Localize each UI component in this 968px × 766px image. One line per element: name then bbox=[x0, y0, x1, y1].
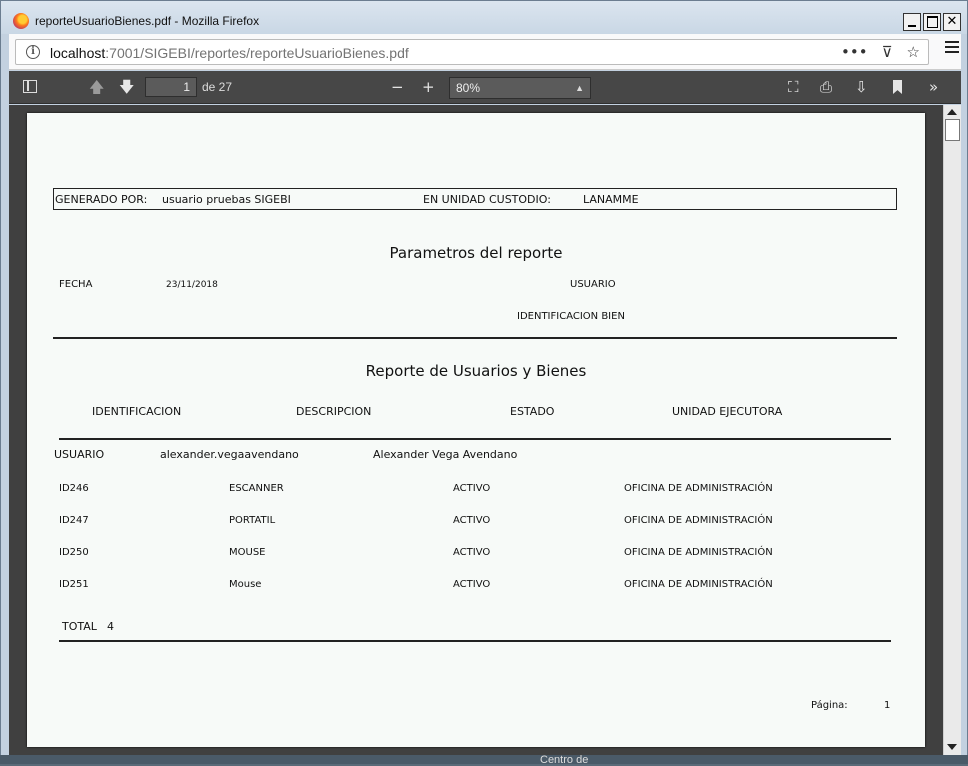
page-number-input[interactable]: 1 bbox=[145, 77, 197, 97]
star-icon[interactable]: ☆ bbox=[907, 43, 920, 61]
pdf-viewer[interactable]: GENERADO POR: usuario pruebas SIGEBI EN … bbox=[9, 105, 961, 755]
vertical-scrollbar[interactable] bbox=[943, 105, 961, 755]
divider bbox=[59, 640, 891, 642]
maximize-button[interactable] bbox=[923, 13, 941, 31]
info-icon[interactable]: i bbox=[26, 45, 40, 59]
url-text[interactable]: localhost:7001/SIGEBI/reportes/reporteUs… bbox=[50, 45, 409, 61]
user-row-label: USUARIO bbox=[54, 448, 105, 461]
plus-icon[interactable]: + bbox=[422, 79, 435, 95]
cell-unidad: OFICINA DE ADMINISTRACIÓN bbox=[624, 547, 773, 558]
divider bbox=[53, 337, 897, 339]
user-row-username: alexander.vegaavendano bbox=[160, 448, 299, 461]
cell-id: ID246 bbox=[59, 483, 89, 494]
total-value: 4 bbox=[107, 620, 114, 633]
cell-unidad: OFICINA DE ADMINISTRACIÓN bbox=[624, 515, 773, 526]
scroll-down-icon[interactable] bbox=[947, 744, 957, 750]
sidebar-toggle-icon[interactable] bbox=[23, 80, 37, 93]
background-taskbar: Centro de bbox=[0, 754, 968, 766]
scroll-thumb[interactable] bbox=[945, 119, 960, 141]
navigation-bar: i localhost:7001/SIGEBI/reportes/reporte… bbox=[9, 34, 961, 70]
column-header-estado: ESTADO bbox=[510, 405, 555, 418]
double-chevron-icon[interactable]: » bbox=[929, 79, 938, 95]
cell-estado: ACTIVO bbox=[453, 515, 491, 526]
cell-desc: ESCANNER bbox=[229, 483, 284, 494]
firefox-logo-icon bbox=[13, 13, 29, 29]
cell-estado: ACTIVO bbox=[453, 579, 491, 590]
fecha-value: 23/11/2018 bbox=[166, 280, 218, 290]
generated-by-label: GENERADO POR: bbox=[55, 193, 148, 206]
cell-desc: MOUSE bbox=[229, 547, 266, 558]
column-header-descripcion: DESCRIPCION bbox=[296, 405, 372, 418]
cell-unidad: OFICINA DE ADMINISTRACIÓN bbox=[624, 579, 773, 590]
params-title: Parametros del reporte bbox=[389, 244, 563, 262]
arrow-up-icon[interactable]: 🡅 bbox=[89, 79, 104, 95]
zoom-select[interactable]: 80% ▲ bbox=[449, 77, 591, 99]
more-icon[interactable]: ••• bbox=[841, 43, 868, 61]
close-button[interactable]: ✕ bbox=[943, 13, 961, 31]
unit-label: EN UNIDAD CUSTODIO: bbox=[423, 193, 551, 206]
hamburger-menu-icon[interactable] bbox=[945, 41, 959, 53]
bookmark-icon[interactable] bbox=[893, 80, 902, 94]
pdf-page: GENERADO POR: usuario pruebas SIGEBI EN … bbox=[27, 113, 925, 747]
select-arrows-icon: ▲ bbox=[575, 83, 584, 93]
print-icon[interactable]: ⎙ bbox=[820, 79, 832, 95]
fecha-label: FECHA bbox=[59, 279, 93, 290]
page-footer-label: Página: bbox=[811, 700, 848, 711]
cell-id: ID251 bbox=[59, 579, 89, 590]
window-title: reporteUsuarioBienes.pdf - Mozilla Firef… bbox=[35, 14, 260, 28]
cell-estado: ACTIVO bbox=[453, 483, 491, 494]
generated-by-box: GENERADO POR: usuario pruebas SIGEBI EN … bbox=[53, 188, 897, 210]
report-title: Reporte de Usuarios y Bienes bbox=[365, 362, 587, 380]
total-label: TOTAL bbox=[62, 620, 97, 633]
unit-value: LANAMME bbox=[583, 193, 639, 206]
cell-id: ID250 bbox=[59, 547, 89, 558]
cell-desc: PORTATIL bbox=[229, 515, 276, 526]
cell-desc: Mouse bbox=[229, 579, 262, 590]
divider bbox=[59, 438, 891, 440]
minimize-button[interactable] bbox=[903, 13, 921, 31]
page-footer-value: 1 bbox=[884, 700, 891, 711]
cell-unidad: OFICINA DE ADMINISTRACIÓN bbox=[624, 483, 773, 494]
cell-id: ID247 bbox=[59, 515, 89, 526]
pdf-toolbar: 🡅 🡇 1 de 27 − + 80% ▲ ⛶ ⎙ ⇩ » bbox=[9, 71, 961, 104]
taskbar-text: Centro de bbox=[540, 754, 589, 766]
minus-icon[interactable]: − bbox=[391, 79, 404, 95]
browser-window: reporteUsuarioBienes.pdf - Mozilla Firef… bbox=[0, 0, 968, 764]
pocket-icon[interactable]: ⊽ bbox=[882, 43, 893, 61]
identificacion-bien-label: IDENTIFICACION BIEN bbox=[517, 311, 625, 322]
url-bar[interactable]: i localhost:7001/SIGEBI/reportes/reporte… bbox=[15, 39, 929, 65]
user-row-fullname: Alexander Vega Avendano bbox=[373, 448, 518, 461]
column-header-unidad: UNIDAD EJECUTORA bbox=[672, 405, 783, 418]
title-bar: reporteUsuarioBienes.pdf - Mozilla Firef… bbox=[1, 1, 967, 34]
page-count: de 27 bbox=[202, 80, 233, 94]
fullscreen-icon[interactable]: ⛶ bbox=[788, 79, 799, 95]
generated-by-value: usuario pruebas SIGEBI bbox=[162, 193, 291, 206]
usuario-param-label: USUARIO bbox=[570, 279, 616, 290]
scroll-up-icon[interactable] bbox=[947, 109, 957, 115]
download-icon[interactable]: ⇩ bbox=[855, 79, 868, 95]
cell-estado: ACTIVO bbox=[453, 547, 491, 558]
arrow-down-icon[interactable]: 🡇 bbox=[119, 79, 134, 95]
column-header-identificacion: IDENTIFICACION bbox=[92, 405, 182, 418]
